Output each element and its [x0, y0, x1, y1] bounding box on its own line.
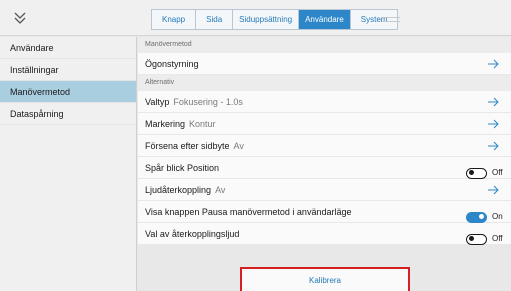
toggle-knob: [469, 236, 474, 241]
sidebar-item-anvandare[interactable]: Användare: [0, 37, 136, 59]
arrow-right-icon: [488, 141, 499, 151]
setting-label: Försena efter sidbyte: [145, 140, 230, 151]
arrow-right-icon: [488, 59, 499, 69]
setting-row-spar-blick-position: Spår blick Position Off: [138, 157, 511, 179]
toggle-knob: [469, 170, 474, 175]
toggle-switch[interactable]: [466, 211, 487, 223]
setting-row-forsena-efter-sidbyte[interactable]: Försena efter sidbyte Av: [138, 135, 511, 157]
tab-anvandare[interactable]: Användare: [299, 10, 351, 29]
setting-row-val-av-aterkopplingsljud: Val av återkopplingsljud Off: [138, 223, 511, 245]
setting-label: Markering: [145, 118, 186, 129]
setting-label: Ögonstyrning: [145, 58, 199, 69]
calibrate-button[interactable]: Kalibrera: [240, 267, 410, 291]
arrow-right-icon: [488, 185, 499, 195]
arrow-right-icon: [488, 97, 499, 107]
setting-label: Val av återkopplingsljud: [145, 228, 240, 239]
setting-label: Ljudåterkoppling: [145, 184, 212, 195]
setting-label: Valtyp: [145, 96, 170, 107]
setting-label: Visa knappen Pausa manövermetod i använd…: [145, 206, 352, 217]
settings-panel: Manövermetod Ögonstyrning Alternativ Val…: [138, 37, 511, 291]
setting-value: Fokusering - 1.0s: [173, 96, 243, 107]
toggle-switch[interactable]: [466, 233, 487, 245]
setting-value: Av: [233, 140, 244, 151]
section-header-alternativ: Alternativ: [138, 75, 511, 91]
arrow-right-icon: [488, 119, 499, 129]
double-chevron-down-icon[interactable]: [12, 10, 28, 26]
sidebar-item-installningar[interactable]: Inställningar: [0, 59, 136, 81]
setting-value: Av: [215, 184, 226, 195]
toggle-knob: [479, 214, 484, 219]
setting-row-markering[interactable]: Markering Kontur: [138, 113, 511, 135]
top-toolbar: Knapp Sida Siduppsättning Användare Syst…: [0, 0, 511, 36]
setting-row-ljudaterkoppling[interactable]: Ljudåterkoppling Av: [138, 179, 511, 201]
drag-handle-icon[interactable]: [382, 17, 400, 22]
sidebar: Användare Inställningar Manövermetod Dat…: [0, 37, 136, 291]
sidebar-item-manovermetod[interactable]: Manövermetod: [0, 81, 136, 103]
sidebar-divider: [136, 37, 137, 291]
tab-bar: Knapp Sida Siduppsättning Användare Syst…: [151, 9, 399, 30]
calibrate-area: Kalibrera: [138, 260, 511, 291]
toggle-switch[interactable]: [466, 167, 487, 179]
toggle-state-label: Off: [492, 234, 503, 243]
tab-siduppsattning[interactable]: Siduppsättning: [233, 10, 300, 29]
tab-sida[interactable]: Sida: [196, 10, 234, 29]
setting-label: Spår blick Position: [145, 162, 220, 173]
setting-row-visa-pausa-knapp: Visa knappen Pausa manövermetod i använd…: [138, 201, 511, 223]
setting-row-ogonstyrning[interactable]: Ögonstyrning: [138, 53, 511, 75]
sidebar-item-datasparning[interactable]: Dataspårning: [0, 103, 136, 125]
setting-value: Kontur: [189, 118, 216, 129]
toggle-group: Off: [466, 228, 504, 250]
setting-row-valtyp[interactable]: Valtyp Fokusering - 1.0s: [138, 91, 511, 113]
tab-knapp[interactable]: Knapp: [152, 10, 197, 29]
section-header-manovermetod: Manövermetod: [138, 37, 511, 53]
